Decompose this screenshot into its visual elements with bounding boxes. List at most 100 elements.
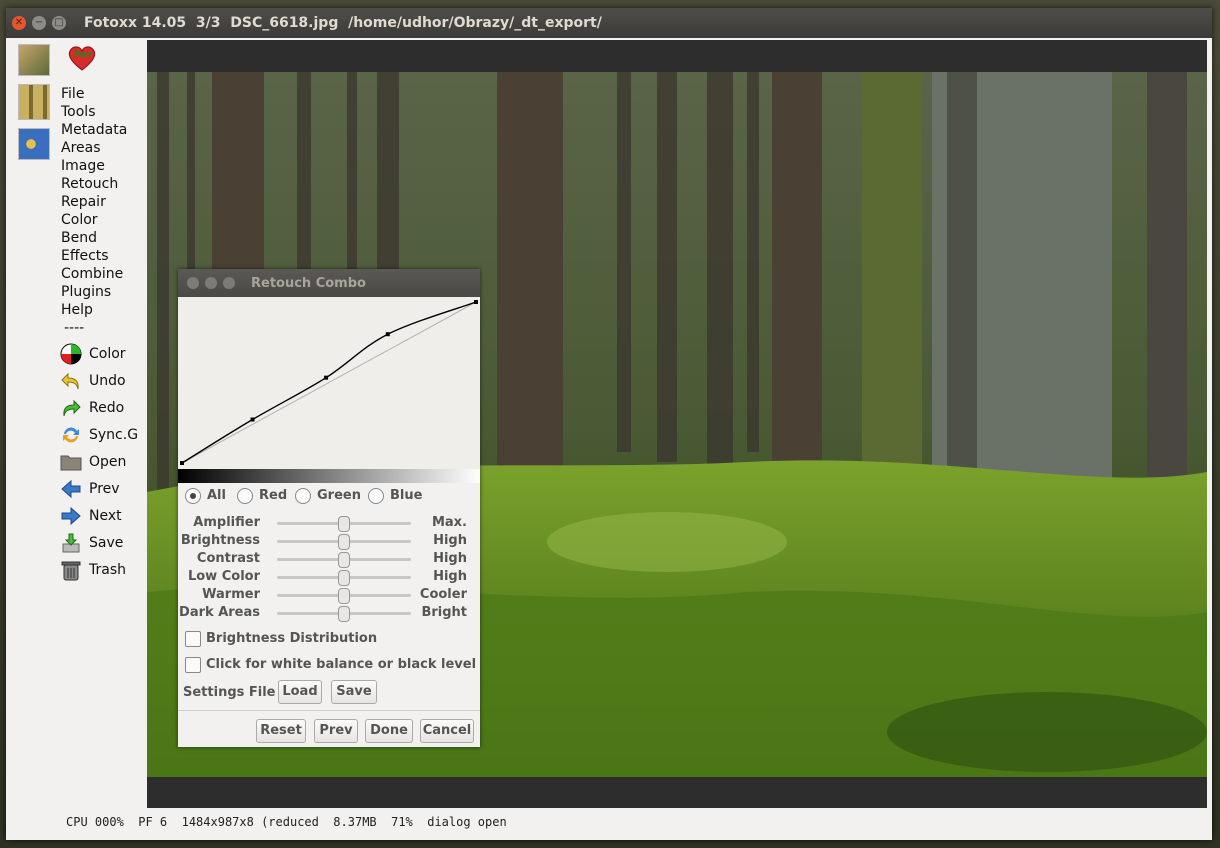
checkbox-box xyxy=(185,631,201,647)
menu-retouch[interactable]: Retouch xyxy=(61,176,118,192)
menu-combine[interactable]: Combine xyxy=(61,266,123,282)
curve-node[interactable] xyxy=(250,417,255,422)
radio-circle xyxy=(185,488,201,504)
slider-knob[interactable] xyxy=(338,588,350,604)
settings-file-label: Settings File xyxy=(183,685,276,700)
reset-button[interactable]: Reset xyxy=(256,719,306,743)
cancel-button[interactable]: Cancel xyxy=(420,719,474,743)
checkbox-label: Brightness Distribution xyxy=(206,631,378,646)
slider-row-contrast: Contrast High xyxy=(178,550,480,568)
slider-knob[interactable] xyxy=(338,552,350,568)
save-icon xyxy=(60,532,82,554)
checkbox-box xyxy=(185,657,201,673)
menu-areas[interactable]: Areas xyxy=(61,140,101,156)
tool-label: Open xyxy=(89,454,127,470)
status-bar: CPU 000% PF 6 1484x987x8 (reduced 8.37MB… xyxy=(56,810,1206,834)
retouch-combo-dialog: Retouch Combo All Red Green Blue Amplifi… xyxy=(178,269,480,747)
dialog-title-bar[interactable]: Retouch Combo xyxy=(178,269,480,297)
slider-right-label: High xyxy=(433,533,467,548)
curve-baseline xyxy=(181,301,477,464)
prev-button[interactable]: Prev xyxy=(314,719,358,743)
tool-label: Save xyxy=(89,535,124,551)
radio-label: Blue xyxy=(390,488,423,503)
window-title: Fotoxx 14.05 3/3 DSC_6618.jpg /home/udho… xyxy=(84,15,602,31)
left-panel: Fav File Tools Metadata Areas Image Reto… xyxy=(12,40,148,808)
menu-help[interactable]: Help xyxy=(61,302,93,318)
slider-row-dark-areas: Dark Areas Bright xyxy=(178,604,480,622)
load-settings-button[interactable]: Load xyxy=(278,680,322,704)
save-settings-button[interactable]: Save xyxy=(331,680,377,704)
arrow-right-icon xyxy=(60,505,82,527)
curve-node[interactable] xyxy=(180,461,184,465)
radio-circle xyxy=(368,488,384,504)
color-wheel-icon xyxy=(60,343,82,365)
menu-effects[interactable]: Effects xyxy=(61,248,109,264)
minimize-window-button[interactable]: − xyxy=(32,16,46,30)
slider-right-label: High xyxy=(433,569,467,584)
tool-label: Redo xyxy=(89,400,125,416)
slider-row-brightness: Brightness High xyxy=(178,532,480,550)
trash-icon xyxy=(60,559,82,581)
slider-right-label: High xyxy=(433,551,467,566)
dialog-close-button[interactable] xyxy=(187,277,199,289)
slider-right-label: Cooler xyxy=(419,587,467,602)
menu-image[interactable]: Image xyxy=(61,158,105,174)
slider-knob[interactable] xyxy=(338,570,350,586)
slider-row-amplifier: Amplifier Max. xyxy=(178,514,480,532)
menu-plugins[interactable]: Plugins xyxy=(61,284,111,300)
checkbox-label: Click for white balance or black level xyxy=(206,657,477,672)
tool-label: Trash xyxy=(89,562,126,578)
menu-repair[interactable]: Repair xyxy=(61,194,106,210)
fav-label: Fav xyxy=(74,50,92,60)
current-file-thumbnail[interactable] xyxy=(18,44,50,76)
menu-separator: ---- xyxy=(64,320,85,336)
status-text: CPU 000% PF 6 1484x987x8 (reduced 8.37MB… xyxy=(66,815,507,829)
slider-row-warmer: Warmer Cooler xyxy=(178,586,480,604)
gallery-thumbnails-icon[interactable] xyxy=(18,84,50,120)
slider-right-label: Max. xyxy=(431,515,467,530)
slider-label: Dark Areas xyxy=(179,605,260,620)
sync-icon xyxy=(60,424,82,446)
dialog-divider xyxy=(178,710,480,711)
slider-knob[interactable] xyxy=(338,606,350,622)
menu-color[interactable]: Color xyxy=(61,212,98,228)
curve-node[interactable] xyxy=(385,332,390,337)
undo-icon xyxy=(60,370,82,392)
tool-label: Next xyxy=(89,508,122,524)
slider-row-low-color: Low Color High xyxy=(178,568,480,586)
dialog-maximize-button[interactable] xyxy=(223,277,235,289)
favorites-heart-icon[interactable]: Fav xyxy=(67,44,97,72)
slider-label: Low Color xyxy=(187,569,260,584)
title-bar[interactable]: ✕ − □ Fotoxx 14.05 3/3 DSC_6618.jpg /hom… xyxy=(6,8,1212,38)
slider-knob[interactable] xyxy=(338,534,350,550)
curve-node[interactable] xyxy=(474,300,478,304)
arrow-left-icon xyxy=(60,478,82,500)
menu-bend[interactable]: Bend xyxy=(61,230,97,246)
tool-label: Prev xyxy=(89,481,120,497)
radio-circle xyxy=(295,488,311,504)
world-map-icon[interactable] xyxy=(18,128,50,160)
menu-file[interactable]: File xyxy=(61,86,84,102)
menu-metadata[interactable]: Metadata xyxy=(61,122,127,138)
done-button[interactable]: Done xyxy=(365,719,413,743)
dialog-minimize-button[interactable] xyxy=(205,277,217,289)
slider-right-label: Bright xyxy=(421,605,467,620)
radio-label: Red xyxy=(259,488,288,503)
radio-circle xyxy=(237,488,253,504)
folder-icon xyxy=(60,451,82,473)
tool-label: Undo xyxy=(89,373,126,389)
menu-tools[interactable]: Tools xyxy=(61,104,96,120)
curve-node[interactable] xyxy=(324,375,329,380)
brightness-gradient-bar xyxy=(178,469,480,483)
close-window-button[interactable]: ✕ xyxy=(12,16,26,30)
slider-knob[interactable] xyxy=(338,516,350,532)
maximize-window-button[interactable]: □ xyxy=(52,16,66,30)
slider-label: Contrast xyxy=(196,551,260,566)
radio-label: All xyxy=(207,488,226,503)
curve-editor[interactable] xyxy=(178,297,480,470)
slider-label: Brightness xyxy=(180,533,260,548)
tool-label: Sync.G xyxy=(89,427,139,443)
slider-label: Warmer xyxy=(202,587,260,602)
radio-label: Green xyxy=(317,488,361,503)
tool-label: Color xyxy=(89,346,126,362)
